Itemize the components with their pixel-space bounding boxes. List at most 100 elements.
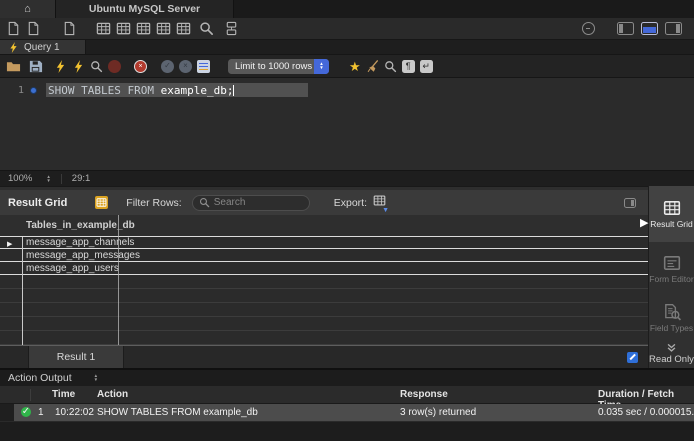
toggle-autocommit-icon[interactable]	[197, 60, 210, 73]
beautify-sql-icon[interactable]: ★	[349, 60, 361, 73]
output-column-divider	[30, 389, 31, 401]
cell-value: message_app_users	[26, 263, 119, 274]
sql-identifier: example_db;	[161, 84, 234, 97]
search-table-data-button[interactable]	[199, 21, 214, 36]
tab-query-1[interactable]: Query 1	[0, 40, 86, 54]
dropdown-stepper-icon: ▲ ▼	[314, 59, 329, 74]
read-only-icon	[627, 352, 638, 363]
table-row[interactable]: message_app_messages	[0, 249, 648, 262]
query-tab-bar: Query 1	[0, 40, 694, 55]
row-index: 1	[38, 407, 44, 418]
create-object-button[interactable]	[176, 21, 191, 36]
title-tab-bar: ⌂ Ubuntu MySQL Server	[0, 0, 694, 18]
wrap-text-icon[interactable]: ↵	[420, 60, 433, 73]
column-header-action[interactable]: Action	[97, 389, 128, 400]
connection-tab-label: Ubuntu MySQL Server	[89, 3, 200, 15]
stop-query-icon	[108, 60, 121, 73]
toggle-right-sidebar-button[interactable]	[665, 22, 682, 35]
grid-options-icon[interactable]	[95, 196, 108, 209]
output-column-headers: Time Action Response Duration / Fetch Ti…	[0, 386, 694, 404]
limit-rows-dropdown[interactable]: Limit to 1000 rows ▲ ▼	[228, 59, 329, 74]
column-header-response[interactable]: Response	[400, 389, 448, 400]
tab-result-1[interactable]: Result 1	[28, 346, 124, 368]
create-schema-button[interactable]	[62, 21, 77, 36]
status-divider	[61, 174, 62, 184]
chevron-double-down-icon	[666, 342, 677, 353]
find-icon[interactable]	[384, 60, 397, 73]
column-divider[interactable]	[118, 215, 119, 345]
toggle-output-area-button[interactable]	[641, 22, 658, 35]
output-log-row[interactable]: ✓ 1 10:22:02 SHOW TABLES FROM example_db…	[0, 404, 694, 421]
rollback-glyph: ×	[183, 62, 188, 70]
reconnect-dbms-button[interactable]	[224, 21, 239, 36]
sql-editor[interactable]: 1 SHOW TABLES FROM example_db;	[0, 78, 694, 170]
field-types-icon	[663, 303, 681, 321]
row-response: 3 row(s) returned	[400, 407, 476, 418]
titlebar-spacer	[234, 0, 694, 18]
filter-search-box[interactable]	[192, 195, 310, 211]
create-table-button[interactable]	[96, 21, 111, 36]
empty-row	[0, 275, 648, 289]
limit-rows-value: Limit to 1000 rows	[228, 61, 314, 72]
column-header-time[interactable]: Time	[52, 389, 75, 400]
editor-line-1[interactable]: 1 SHOW TABLES FROM example_db;	[0, 83, 694, 97]
empty-row	[0, 317, 648, 331]
filter-rows-label: Filter Rows:	[126, 197, 181, 209]
clean-up-sql-icon[interactable]	[366, 60, 379, 73]
query-editor-toolbar: × ✓ × Limit to 1000 rows ▲ ▼ ★ ¶ ↵	[0, 55, 694, 78]
connection-tab[interactable]: Ubuntu MySQL Server	[56, 0, 234, 18]
filter-search-input[interactable]	[214, 197, 303, 208]
stop-on-error-glyph: ×	[138, 63, 142, 70]
current-row-pointer-icon: ▶	[7, 240, 12, 248]
execute-current-statement-icon[interactable]	[72, 60, 85, 73]
collapse-pointer-icon[interactable]: ▶	[640, 218, 648, 229]
explain-query-icon[interactable]	[90, 60, 103, 73]
pilcrow-glyph: ¶	[406, 61, 411, 71]
export-recordset-icon[interactable]: ▼	[373, 194, 386, 212]
row-action: SHOW TABLES FROM example_db	[97, 407, 258, 418]
line-number: 1	[0, 85, 24, 96]
current-statement-highlight: SHOW TABLES FROM example_db;	[46, 83, 308, 97]
zoom-level: 100%	[8, 173, 32, 184]
result-grid-title: Result Grid	[8, 197, 67, 209]
output-selector-stepper-icon[interactable]: ▲ ▼	[94, 374, 98, 382]
search-icon	[199, 197, 210, 208]
output-stepper-down-glyph: ▼	[94, 378, 98, 382]
export-arrow-glyph: ▼	[382, 207, 389, 214]
rollback-transaction-icon: ×	[179, 60, 192, 73]
create-procedure-button[interactable]	[136, 21, 151, 36]
toggle-left-sidebar-button[interactable]	[617, 22, 634, 35]
column-header[interactable]: Tables_in_example_db	[0, 220, 135, 231]
zoom-stepper-icon[interactable]: ▲ ▼	[46, 175, 50, 183]
grid-header-row: Tables_in_example_db	[0, 215, 648, 236]
action-output-header: Action Output ▲ ▼	[0, 368, 694, 386]
toggle-grid-panel-icon[interactable]	[624, 198, 636, 208]
create-function-button[interactable]	[156, 21, 171, 36]
result-grid-table: Tables_in_example_db message_app_channel…	[0, 215, 648, 345]
create-view-button[interactable]	[116, 21, 131, 36]
sidebar-expand-button[interactable]	[649, 340, 694, 354]
result-tab-bar: Result 1	[0, 345, 648, 368]
sidebar-item-label: Form Editor	[649, 275, 693, 284]
row-time: 10:22:02	[55, 407, 94, 418]
empty-row	[0, 331, 648, 345]
show-invisibles-icon[interactable]: ¶	[402, 60, 415, 73]
sidebar-item-form-editor[interactable]: Form Editor	[649, 242, 694, 296]
sidebar-item-field-types[interactable]: Field Types	[649, 296, 694, 340]
toggle-stop-on-error-icon[interactable]: ×	[134, 60, 147, 73]
statement-marker-icon	[30, 87, 37, 94]
open-sql-file-button[interactable]	[26, 21, 41, 36]
result-grid-icon	[663, 199, 681, 217]
table-row[interactable]: message_app_channels	[0, 236, 648, 249]
cell-value: message_app_messages	[26, 250, 140, 261]
result-area: Result Grid Filter Rows: Export: ▼ Table…	[0, 186, 694, 368]
execute-query-icon[interactable]	[54, 60, 67, 73]
caret-position: 29:1	[72, 173, 91, 184]
table-row[interactable]: message_app_users	[0, 262, 648, 275]
new-sql-tab-button[interactable]	[6, 21, 21, 36]
sidebar-item-result-grid[interactable]: Result Grid	[649, 186, 694, 242]
main-toolbar	[0, 18, 694, 40]
open-script-icon[interactable]	[6, 59, 21, 74]
home-tab[interactable]: ⌂	[0, 0, 56, 18]
save-script-icon[interactable]	[28, 59, 43, 74]
